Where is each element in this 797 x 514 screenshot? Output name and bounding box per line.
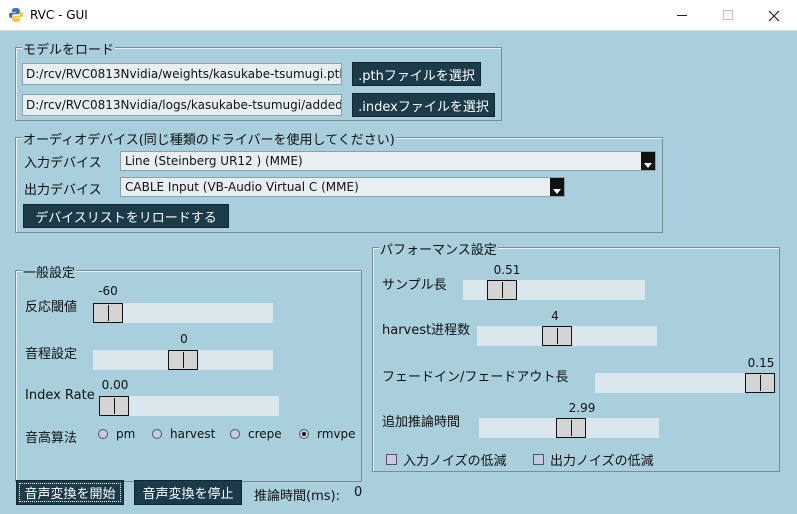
output-noise-reduction-label: 出力ノイズの低減 xyxy=(550,454,654,469)
extra-time-slider[interactable] xyxy=(479,418,659,438)
index-rate-value: 0.00 xyxy=(101,378,129,392)
model-frame-title: モデルをロード xyxy=(22,39,116,58)
performance-title: パフォーマンス設定 xyxy=(379,239,498,258)
index-rate-label: Index Rate xyxy=(25,388,95,403)
extra-time-slider-thumb[interactable] xyxy=(556,418,586,438)
select-index-button[interactable]: .indexファイルを選択 xyxy=(352,93,495,117)
model-frame: モデルをロード D:/rcv/RVC0813Nvidia/weights/kas… xyxy=(15,39,502,121)
close-button[interactable] xyxy=(751,0,797,31)
performance-frame: パフォーマンス設定 サンプル長 0.51 harvest进程数 4 フェードイン… xyxy=(372,239,780,472)
harvest-processes-value: 4 xyxy=(551,309,559,323)
pitch-value: 0 xyxy=(180,332,188,346)
index-rate-slider-thumb[interactable] xyxy=(99,396,129,416)
f0-method-label: 音高算法 xyxy=(25,431,78,446)
extra-time-value: 2.99 xyxy=(568,401,596,415)
f0-radio-pm[interactable]: pm xyxy=(98,427,135,441)
pth-path-input[interactable]: D:/rcv/RVC0813Nvidia/weights/kasukabe-ts… xyxy=(22,63,342,85)
fade-length-slider-thumb[interactable] xyxy=(745,373,775,393)
f0-option-label: crepe xyxy=(248,427,282,441)
input-noise-reduction-checkbox[interactable]: 入力ノイズの低減 xyxy=(386,450,507,469)
pitch-label: 音程設定 xyxy=(25,347,78,362)
reload-devices-button[interactable]: デバイスリストをリロードする xyxy=(23,204,229,228)
inference-time-label: 推論時間(ms): xyxy=(254,489,340,504)
input-noise-reduction-label: 入力ノイズの低減 xyxy=(403,454,507,469)
maximize-icon xyxy=(722,10,733,20)
radio-indicator xyxy=(152,429,162,439)
device-frame-title: オーディオデバイス(同じ種類のドライバーを使用してください) xyxy=(22,129,396,148)
f0-radio-crepe[interactable]: crepe xyxy=(230,427,282,441)
harvest-processes-slider-thumb[interactable] xyxy=(542,326,572,346)
python-icon xyxy=(9,8,23,22)
f0-option-label: rmvpe xyxy=(317,427,356,441)
harvest-processes-slider[interactable] xyxy=(477,326,657,346)
threshold-label: 反応閾値 xyxy=(25,300,78,315)
fade-length-slider[interactable] xyxy=(595,373,775,393)
radio-indicator xyxy=(98,429,108,439)
checkbox-indicator xyxy=(533,454,544,465)
general-settings-frame: 一般設定 反応閾値 -60 音程設定 0 Index Rate 0.00 音高算… xyxy=(15,262,362,482)
extra-time-label: 追加推論時間 xyxy=(382,415,461,430)
threshold-slider[interactable] xyxy=(93,303,273,323)
index-rate-slider[interactable] xyxy=(99,396,279,416)
dropdown-arrow-icon[interactable] xyxy=(641,152,655,170)
radio-indicator xyxy=(230,429,240,439)
f0-option-label: harvest xyxy=(170,427,216,441)
index-path-input[interactable]: D:/rcv/RVC0813Nvidia/logs/kasukabe-tsumu… xyxy=(22,94,342,116)
stop-conversion-button[interactable]: 音声変換を停止 xyxy=(134,480,242,505)
output-device-label: 出力デバイス xyxy=(24,183,102,198)
pitch-slider-thumb[interactable] xyxy=(168,350,198,370)
output-device-value: CABLE Input (VB-Audio Virtual C (MME) xyxy=(125,180,359,194)
window-title: RVC - GUI xyxy=(30,8,88,22)
input-device-select[interactable]: Line (Steinberg UR12 ) (MME) xyxy=(120,151,656,171)
sample-length-slider-thumb[interactable] xyxy=(487,280,517,300)
client-area: モデルをロード D:/rcv/RVC0813Nvidia/weights/kas… xyxy=(0,31,797,514)
dropdown-arrow-icon[interactable] xyxy=(550,178,564,196)
select-pth-button[interactable]: .pthファイルを選択 xyxy=(352,62,481,86)
general-settings-title: 一般設定 xyxy=(22,262,77,281)
input-device-value: Line (Steinberg UR12 ) (MME) xyxy=(125,154,303,168)
close-icon xyxy=(768,10,780,21)
threshold-slider-thumb[interactable] xyxy=(93,303,123,323)
minimize-button[interactable] xyxy=(659,0,705,31)
checkbox-indicator xyxy=(386,454,397,465)
title-bar: RVC - GUI xyxy=(0,0,797,31)
start-conversion-button[interactable]: 音声変換を開始 xyxy=(16,480,124,505)
output-device-select[interactable]: CABLE Input (VB-Audio Virtual C (MME) xyxy=(120,177,565,197)
input-device-label: 入力デバイス xyxy=(24,156,102,171)
f0-option-label: pm xyxy=(116,427,136,441)
device-frame: オーディオデバイス(同じ種類のドライバーを使用してください) 入力デバイス Li… xyxy=(15,129,663,233)
minimize-icon xyxy=(676,15,687,16)
output-noise-reduction-checkbox[interactable]: 出力ノイズの低減 xyxy=(533,450,654,469)
sample-length-label: サンプル長 xyxy=(382,278,447,293)
maximize-button xyxy=(705,0,751,31)
harvest-processes-label: harvest进程数 xyxy=(382,323,471,338)
radio-indicator xyxy=(299,429,309,439)
f0-radio-harvest[interactable]: harvest xyxy=(152,427,215,441)
sample-length-value: 0.51 xyxy=(493,263,521,277)
sample-length-slider[interactable] xyxy=(463,280,645,300)
fade-length-value: 0.15 xyxy=(747,356,775,370)
f0-radio-rmvpe[interactable]: rmvpe xyxy=(299,427,356,441)
fade-length-label: フェードイン/フェードアウト長 xyxy=(382,370,569,385)
pitch-slider[interactable] xyxy=(93,350,273,370)
threshold-value: -60 xyxy=(98,284,118,298)
inference-time-value: 0 xyxy=(354,485,363,500)
